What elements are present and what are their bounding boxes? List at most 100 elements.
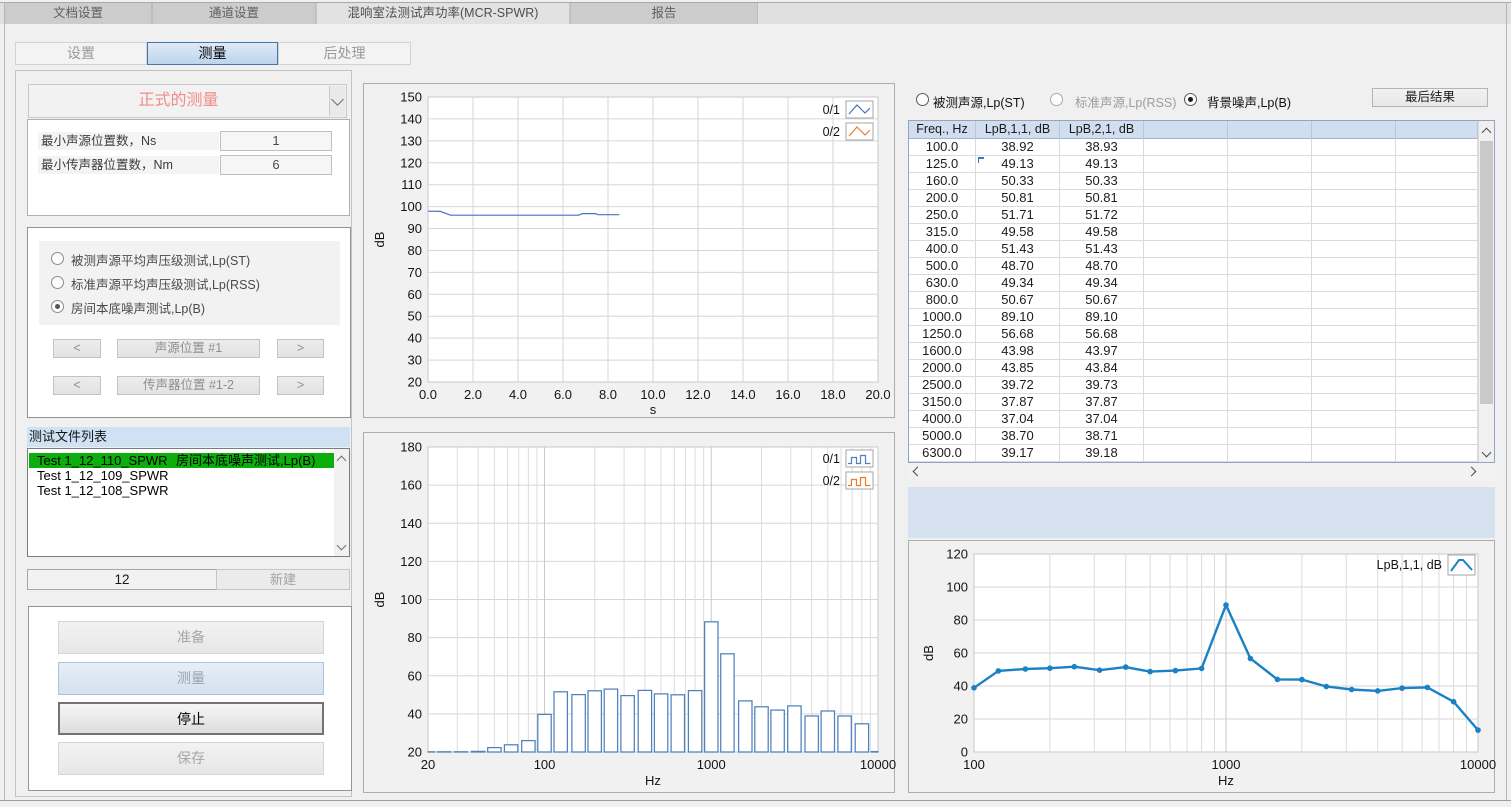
table-cell[interactable]: 37.04 [1060, 411, 1144, 428]
table-cell[interactable]: 4000.0 [909, 411, 976, 428]
table-cell[interactable] [1144, 394, 1228, 411]
test-mode-radio-2[interactable] [51, 276, 64, 289]
table-cell[interactable] [1396, 411, 1478, 428]
result-radio-1[interactable] [916, 93, 929, 106]
table-cell[interactable] [1312, 360, 1396, 377]
table-cell[interactable] [1228, 139, 1312, 156]
table-cell[interactable] [1144, 445, 1228, 462]
table-cell[interactable]: 51.43 [1060, 241, 1144, 258]
table-cell[interactable] [1228, 241, 1312, 258]
table-cell[interactable] [1396, 428, 1478, 445]
table-cell[interactable]: 51.71 [976, 207, 1060, 224]
table-cell[interactable]: 38.70 [976, 428, 1060, 445]
listbox-scroll-down[interactable] [334, 540, 349, 553]
table-cell[interactable] [1228, 275, 1312, 292]
table-cell[interactable] [1228, 411, 1312, 428]
table-cell[interactable] [1144, 292, 1228, 309]
table-cell[interactable] [1144, 207, 1228, 224]
table-cell[interactable] [1228, 343, 1312, 360]
table-cell[interactable]: 125.0 [909, 156, 976, 173]
table-cell[interactable] [1312, 309, 1396, 326]
table-hscrollbar[interactable] [908, 463, 1495, 481]
table-cell[interactable] [1144, 360, 1228, 377]
table-cell[interactable]: 51.43 [976, 241, 1060, 258]
table-cell[interactable]: 38.71 [1060, 428, 1144, 445]
mic-prev-button[interactable]: < [53, 376, 101, 395]
file-list-item[interactable]: Test 1_12_109_SPWR [29, 468, 334, 483]
dropdown-button[interactable] [329, 86, 345, 116]
table-cell[interactable] [1144, 241, 1228, 258]
table-cell[interactable] [1144, 173, 1228, 190]
table-cell[interactable]: 400.0 [909, 241, 976, 258]
table-cell[interactable] [1312, 156, 1396, 173]
table-cell[interactable] [1144, 309, 1228, 326]
table-cell[interactable]: 37.87 [1060, 394, 1144, 411]
table-cell[interactable] [1396, 445, 1478, 462]
table-cell[interactable]: 38.92 [976, 139, 1060, 156]
listbox-scroll-up[interactable] [334, 452, 349, 465]
action-button-4[interactable]: 保存 [58, 742, 324, 775]
table-cell[interactable] [1228, 360, 1312, 377]
table-cell[interactable]: 49.13 [976, 156, 1060, 173]
table-cell[interactable]: 50.81 [976, 190, 1060, 207]
table-cell[interactable] [1144, 224, 1228, 241]
tab-2[interactable]: 通道设置 [152, 3, 316, 24]
table-cell[interactable] [1396, 394, 1478, 411]
table-cell[interactable]: 160.0 [909, 173, 976, 190]
table-cell[interactable] [1312, 190, 1396, 207]
table-cell[interactable]: 100.0 [909, 139, 976, 156]
table-cell[interactable] [1312, 428, 1396, 445]
table-cell[interactable] [1312, 139, 1396, 156]
table-cell[interactable]: 39.72 [976, 377, 1060, 394]
table-cell[interactable] [1228, 292, 1312, 309]
param-input-nm[interactable]: 6 [220, 155, 332, 175]
table-cell[interactable] [1144, 156, 1228, 173]
table-cell[interactable]: 49.34 [1060, 275, 1144, 292]
table-cell[interactable]: 43.97 [1060, 343, 1144, 360]
table-cell[interactable]: 51.72 [1060, 207, 1144, 224]
action-button-1[interactable]: 准备 [58, 621, 324, 654]
table-cell[interactable]: 43.85 [976, 360, 1060, 377]
table-cell[interactable] [1144, 190, 1228, 207]
table-cell[interactable] [1144, 139, 1228, 156]
table-cell[interactable]: 200.0 [909, 190, 976, 207]
table-cell[interactable] [1228, 309, 1312, 326]
table-cell[interactable]: 49.58 [1060, 224, 1144, 241]
table-cell[interactable]: 1250.0 [909, 326, 976, 343]
table-vscrollbar[interactable] [1478, 121, 1494, 462]
table-cell[interactable] [1312, 207, 1396, 224]
subtab-1[interactable]: 设置 [15, 42, 147, 65]
table-cell[interactable]: 37.04 [976, 411, 1060, 428]
table-cell[interactable]: 39.18 [1060, 445, 1144, 462]
table-cell[interactable] [1396, 292, 1478, 309]
table-cell[interactable] [1312, 224, 1396, 241]
table-cell[interactable]: 56.68 [976, 326, 1060, 343]
table-cell[interactable]: 48.70 [976, 258, 1060, 275]
table-cell[interactable]: 50.81 [1060, 190, 1144, 207]
table-cell[interactable]: 315.0 [909, 224, 976, 241]
new-button[interactable]: 新建 [216, 569, 350, 590]
table-cell[interactable]: 1000.0 [909, 309, 976, 326]
table-cell[interactable] [1396, 207, 1478, 224]
table-cell[interactable] [1312, 173, 1396, 190]
table-cell[interactable]: 3150.0 [909, 394, 976, 411]
source-next-button[interactable]: > [277, 339, 324, 358]
table-cell[interactable] [1396, 326, 1478, 343]
table-cell[interactable] [1228, 258, 1312, 275]
table-cell[interactable]: 49.58 [976, 224, 1060, 241]
table-cell[interactable] [1396, 275, 1478, 292]
result-radio-3[interactable] [1184, 93, 1197, 106]
table-cell[interactable] [1228, 428, 1312, 445]
table-cell[interactable]: 50.33 [976, 173, 1060, 190]
table-cell[interactable]: 49.34 [976, 275, 1060, 292]
measurement-mode-dropdown[interactable]: 正式的测量 [28, 84, 347, 118]
table-cell[interactable]: 50.33 [1060, 173, 1144, 190]
table-cell[interactable]: 56.68 [1060, 326, 1144, 343]
table-cell[interactable] [1396, 173, 1478, 190]
table-cell[interactable]: 2000.0 [909, 360, 976, 377]
table-cell[interactable] [1396, 309, 1478, 326]
table-cell[interactable]: 38.93 [1060, 139, 1144, 156]
table-cell[interactable] [1228, 207, 1312, 224]
table-cell[interactable]: 39.17 [976, 445, 1060, 462]
table-cell[interactable]: 48.70 [1060, 258, 1144, 275]
